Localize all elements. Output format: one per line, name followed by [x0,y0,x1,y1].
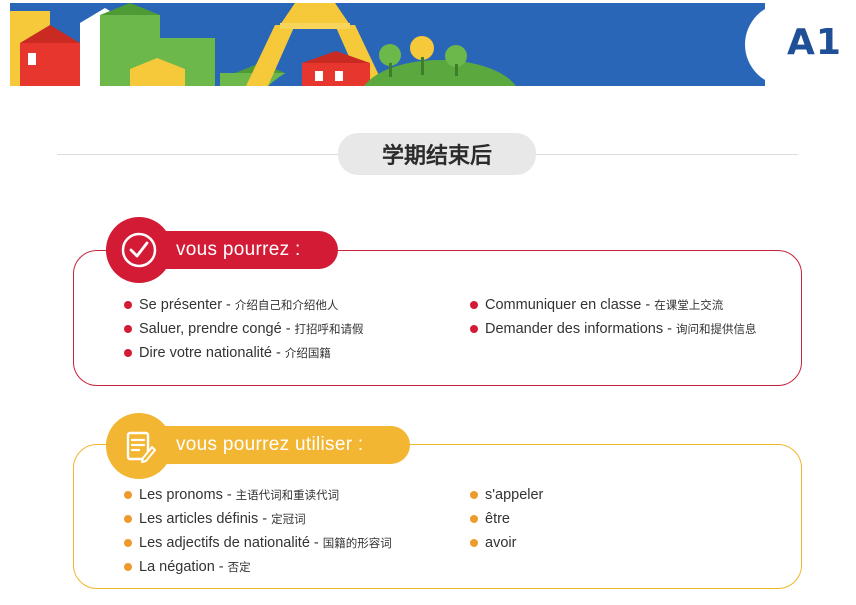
use-list-right: s'appeler être avoir [470,483,543,555]
list-item: Dire votre nationalité - 介绍国籍 [124,341,364,365]
bullet [124,349,132,357]
item-fr: Les articles définis [139,511,259,527]
bullet [124,539,132,547]
item-zh: 主语代词和重读代词 [235,488,340,502]
bullet [124,515,132,523]
item-fr: avoir [485,535,517,551]
list-item: Se présenter - 介绍自己和介绍他人 [124,293,364,317]
can-list-right: Communiquer en classe - 在课堂上交流 Demander … [470,293,756,341]
bullet [470,539,478,547]
can-list-left: Se présenter - 介绍自己和介绍他人 Saluer, prendre… [124,293,364,365]
can-section-heading-text: vous pourrez : [176,239,301,260]
list-item: Communiquer en classe - 在课堂上交流 [470,293,756,317]
item-zh: 否定 [227,560,251,574]
item-zh: 国籍的形容词 [322,536,392,550]
list-item: Les articles définis - 定冠词 [124,507,392,531]
list-item: Les adjectifs de nationalité - 国籍的形容词 [124,531,392,555]
item-fr: Saluer, prendre congé [139,321,282,337]
item-fr: Les adjectifs de nationalité [139,535,310,551]
item-fr: s'appeler [485,487,544,503]
list-item: être [470,507,543,531]
list-item: s'appeler [470,483,543,507]
item-zh: 在课堂上交流 [654,298,724,312]
bullet [124,325,132,333]
item-zh: 打招呼和请假 [294,322,364,336]
item-fr: Demander des informations [485,321,664,337]
item-zh: 定冠词 [271,512,306,526]
list-item: avoir [470,531,543,555]
item-fr: La négation [139,559,215,575]
list-item: Les pronoms - 主语代词和重读代词 [124,483,392,507]
level-badge: A1 [787,22,842,63]
item-fr: Dire votre nationalité [139,345,272,361]
item-zh: 介绍国籍 [284,346,331,360]
section-title: 学期结束后 [338,133,536,175]
item-fr: Les pronoms [139,487,223,503]
bullet [124,491,132,499]
bullet [470,515,478,523]
item-fr: Communiquer en classe [485,297,642,313]
bullet [470,491,478,499]
use-section-heading-text: vous pourrez utiliser : [176,434,364,455]
item-fr: être [485,511,510,527]
notepad-pencil-icon [106,413,172,479]
use-list-left: Les pronoms - 主语代词和重读代词 Les articles déf… [124,483,392,579]
check-circle-icon [106,217,172,283]
bullet [470,301,478,309]
list-item: La négation - 否定 [124,555,392,579]
bullet [470,325,478,333]
bullet [124,301,132,309]
town-illustration [10,3,516,86]
item-zh: 询问和提供信息 [675,322,757,336]
header-banner [10,3,856,86]
bullet [124,563,132,571]
list-item: Demander des informations - 询问和提供信息 [470,317,756,341]
list-item: Saluer, prendre congé - 打招呼和请假 [124,317,364,341]
item-zh: 介绍自己和介绍他人 [234,298,339,312]
item-fr: Se présenter [139,297,223,313]
